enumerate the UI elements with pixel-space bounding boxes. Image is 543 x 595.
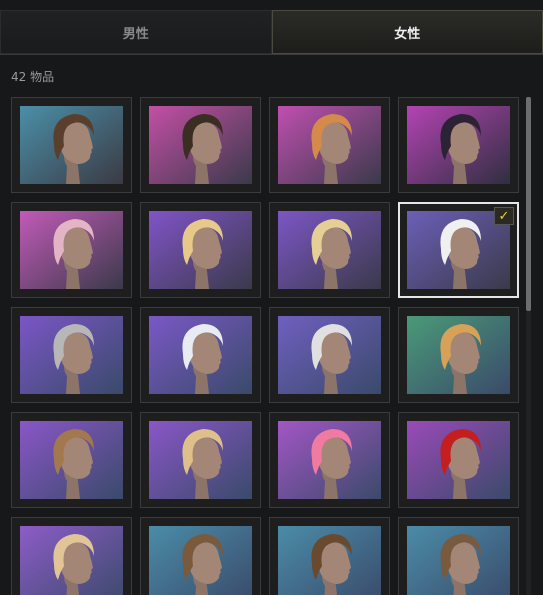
hairstyle-card[interactable]: [269, 412, 390, 508]
short-undercut-hair-icon: [278, 106, 381, 184]
hairstyle-card[interactable]: [398, 412, 519, 508]
scrollbar-thumb[interactable]: [526, 97, 531, 311]
tab-male[interactable]: 男性: [0, 10, 272, 54]
hairstyle-card[interactable]: [398, 517, 519, 595]
hairstyle-card[interactable]: [269, 97, 390, 193]
hairstyle-card[interactable]: [140, 97, 261, 193]
hairstyle-card[interactable]: [269, 307, 390, 403]
selected-check-icon: ✓: [494, 207, 514, 225]
brown-wavy-long-hair-icon: [407, 526, 510, 595]
blonde-space-buns-hair-icon: [149, 421, 252, 499]
gender-tabs: 男性 女性: [0, 10, 543, 55]
white-short-bob-hair-icon: [278, 316, 381, 394]
grey-bob-headband-hair-icon: [20, 316, 123, 394]
hairstyle-card[interactable]: [269, 202, 390, 298]
item-count-label: 42 物品: [11, 70, 55, 84]
tab-female[interactable]: 女性: [271, 10, 543, 54]
hairstyle-grid: ✓: [11, 97, 521, 595]
hairstyle-card[interactable]: [11, 202, 132, 298]
hairstyle-card[interactable]: ✓: [398, 202, 519, 298]
cornrow-braids-hair-icon: [149, 106, 252, 184]
blonde-ponytail-bangs-hair-icon: [278, 211, 381, 289]
hairstyle-card[interactable]: [140, 307, 261, 403]
short-dark-purple-hair-icon: [407, 106, 510, 184]
pink-long-ponytail-hair-icon: [278, 421, 381, 499]
hairstyle-card[interactable]: [140, 412, 261, 508]
white-long-headband-hair-icon: [149, 316, 252, 394]
hairstyle-card[interactable]: [140, 202, 261, 298]
hairstyle-card[interactable]: [11, 412, 132, 508]
red-curly-short-hair-icon: [407, 421, 510, 499]
blonde-high-ponytail-hair-icon: [407, 316, 510, 394]
hairstyle-card[interactable]: [11, 517, 132, 595]
scrollbar[interactable]: [526, 97, 531, 595]
hairstyle-card[interactable]: [140, 517, 261, 595]
hairstyle-grid-viewport: ✓: [11, 97, 521, 595]
blonde-bun-top-hair-icon: [20, 526, 123, 595]
brown-bob-hair-icon: [149, 526, 252, 595]
brown-curly-hair-icon: [278, 526, 381, 595]
curly-updo-hair-icon: [20, 106, 123, 184]
blonde-long-wavy-hair-icon: [149, 211, 252, 289]
hairstyle-card[interactable]: [11, 97, 132, 193]
hairstyle-card[interactable]: [11, 307, 132, 403]
hairstyle-card[interactable]: [398, 97, 519, 193]
hairstyle-card[interactable]: [398, 307, 519, 403]
brown-braided-crown-hair-icon: [20, 421, 123, 499]
hairstyle-card[interactable]: [269, 517, 390, 595]
pink-braided-long-hair-icon: [20, 211, 123, 289]
